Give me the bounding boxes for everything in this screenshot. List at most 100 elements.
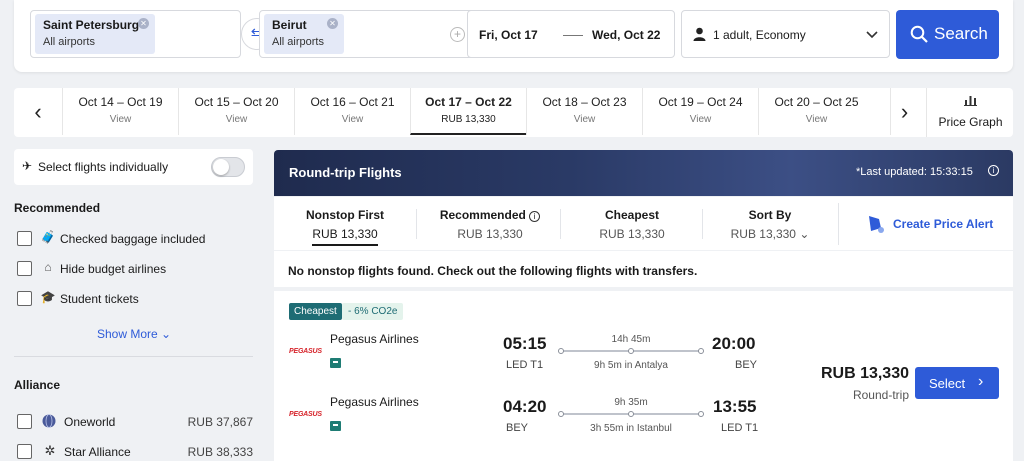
- banner-title: Round-trip Flights: [289, 165, 402, 180]
- date-tab-range: Oct 16 – Oct 21: [310, 95, 395, 109]
- sort-value: RUB 13,330: [599, 227, 665, 241]
- sort-bar: Nonstop First RUB 13,330 Recommended i R…: [274, 197, 1013, 250]
- graduation-cap-icon: 🎓: [40, 290, 56, 304]
- date-tab[interactable]: Oct 20 – Oct 25 View: [758, 88, 874, 135]
- divider: [14, 356, 253, 357]
- sort-by-dropdown[interactable]: Sort By RUB 13,330 ⌄: [708, 197, 832, 250]
- filter-oneworld[interactable]: Oneworld RUB 37,867: [17, 413, 253, 431]
- baggage-icon: [330, 421, 341, 431]
- checkbox[interactable]: [17, 414, 32, 429]
- alliance-label: Oneworld: [64, 415, 116, 429]
- filter-student-tickets[interactable]: 🎓 Student tickets: [17, 290, 253, 308]
- departure-time: 04:20: [503, 397, 547, 416]
- checkbox[interactable]: [17, 231, 32, 246]
- sort-nonstop-first[interactable]: Nonstop First RUB 13,330: [290, 197, 400, 250]
- filter-checked-baggage[interactable]: 🧳 Checked baggage included: [17, 230, 253, 248]
- origin-field[interactable]: Saint Petersburg All airports ✕: [30, 10, 241, 58]
- last-updated: *Last updated: 15:33:15: [856, 166, 973, 178]
- checkbox[interactable]: [17, 291, 32, 306]
- date-field[interactable]: Fri, Oct 17 Wed, Oct 22: [467, 10, 675, 58]
- price-graph-label: Price Graph: [938, 115, 1003, 129]
- checkbox[interactable]: [17, 444, 32, 459]
- route-line: [558, 411, 704, 417]
- route-line: [558, 348, 704, 354]
- sort-title: Recommended i: [422, 208, 558, 222]
- date-tab[interactable]: Oct 15 – Oct 20 View: [178, 88, 294, 135]
- passengers-field[interactable]: 1 adult, Economy: [681, 10, 890, 58]
- date-separator: [563, 35, 583, 36]
- create-price-alert-button[interactable]: Create Price Alert: [838, 203, 1008, 245]
- date-tab-range: Oct 15 – Oct 20: [194, 95, 279, 109]
- date-tab-range: Oct 14 – Oct 19: [78, 95, 163, 109]
- co2-badge: - 6% CO2e: [342, 303, 404, 320]
- date-tab-value: View: [573, 114, 596, 125]
- origin-chip[interactable]: Saint Petersburg All airports ✕: [35, 14, 155, 54]
- depart-date: Fri, Oct 17: [479, 28, 538, 42]
- destination-sub: All airports: [272, 36, 324, 48]
- date-tab[interactable]: Oct 18 – Oct 23 View: [526, 88, 642, 135]
- sort-title: Sort By: [748, 208, 792, 222]
- route-dot: [698, 411, 704, 417]
- sort-value-label: RUB 13,330: [730, 227, 796, 241]
- close-icon[interactable]: ✕: [138, 18, 149, 29]
- date-tab-value: View: [805, 114, 828, 125]
- show-more-link[interactable]: Show More ⌄: [97, 327, 171, 341]
- filter-label: Checked baggage included: [60, 232, 206, 246]
- select-button[interactable]: Select ›: [915, 367, 999, 399]
- price-graph-button[interactable]: Price Graph: [926, 88, 1013, 137]
- sort-cheapest[interactable]: Cheapest RUB 13,330: [566, 197, 698, 250]
- baggage-icon: [330, 358, 341, 368]
- info-icon[interactable]: i: [529, 211, 541, 222]
- alliance-price: RUB 37,867: [187, 415, 253, 429]
- sort-title: Cheapest: [604, 208, 660, 222]
- bell-icon: [869, 216, 884, 233]
- destination-chip[interactable]: Beirut All airports ✕: [264, 14, 344, 54]
- divider: [560, 209, 561, 239]
- route-dot: [558, 411, 564, 417]
- date-tab[interactable]: Oct 16 – Oct 21 View: [294, 88, 410, 135]
- show-more-label: Show More: [97, 327, 158, 341]
- info-icon[interactable]: i: [988, 165, 999, 176]
- date-tab[interactable]: Oct 19 – Oct 24 View: [642, 88, 758, 135]
- origin-name: Saint Petersburg: [43, 18, 140, 32]
- checkbox[interactable]: [17, 261, 32, 276]
- filter-hide-budget[interactable]: ⌂ Hide budget airlines: [17, 260, 253, 278]
- filter-label: Hide budget airlines: [60, 262, 167, 276]
- destination-field[interactable]: Beirut All airports ✕: [259, 10, 475, 58]
- chevron-right-icon[interactable]: ›: [890, 88, 918, 135]
- arrival-time: 13:55: [713, 397, 757, 416]
- date-tab-range: Oct 20 – Oct 25: [774, 95, 859, 109]
- departure-airport: LED T1: [506, 359, 544, 371]
- airline-name: Pegasus Airlines: [330, 395, 419, 409]
- divider: [702, 209, 703, 239]
- total-price: RUB 13,330: [820, 365, 909, 382]
- search-button[interactable]: Search: [896, 10, 999, 59]
- return-date: Wed, Oct 22: [592, 28, 661, 42]
- flight-result-card[interactable]: Cheapest - 6% CO2e PEGASUS Pegasus Airli…: [274, 291, 1013, 461]
- date-tab[interactable]: Oct 14 – Oct 19 View: [62, 88, 178, 135]
- recommended-heading: Recommended: [14, 201, 101, 215]
- date-strip: ‹ Oct 14 – Oct 19 View Oct 15 – Oct 20 V…: [14, 88, 1013, 137]
- chevron-left-icon[interactable]: ‹: [28, 100, 48, 124]
- date-tab-value: View: [689, 114, 712, 125]
- sort-value: RUB 13,330: [312, 227, 378, 246]
- sort-recommended[interactable]: Recommended i RUB 13,330: [422, 197, 558, 250]
- passengers-label: 1 adult, Economy: [713, 28, 806, 42]
- chevron-right-icon: ›: [978, 373, 984, 390]
- divider: [416, 209, 417, 239]
- select-individually-toggle[interactable]: [211, 157, 245, 177]
- add-destination-icon[interactable]: +: [450, 27, 465, 42]
- stop-info: 9h 5m in Antalya: [594, 360, 668, 371]
- arrival-airport: BEY: [735, 359, 758, 371]
- close-icon[interactable]: ✕: [327, 18, 338, 29]
- route-dot: [698, 348, 704, 354]
- globe-icon: [42, 414, 56, 428]
- date-tab-value: View: [109, 114, 132, 125]
- bar-chart-icon: [964, 96, 977, 106]
- filter-star-alliance[interactable]: ✲ Star Alliance RUB 38,333: [17, 443, 253, 461]
- person-icon: [693, 27, 706, 41]
- no-nonstop-notice: No nonstop flights found. Check out the …: [274, 251, 1013, 287]
- select-individually-toggle-row: ✈ Select flights individually: [14, 149, 253, 185]
- date-tab-selected[interactable]: Oct 17 – Oct 22 RUB 13,330: [410, 88, 526, 135]
- airline-logo: PEGASUS: [289, 411, 322, 418]
